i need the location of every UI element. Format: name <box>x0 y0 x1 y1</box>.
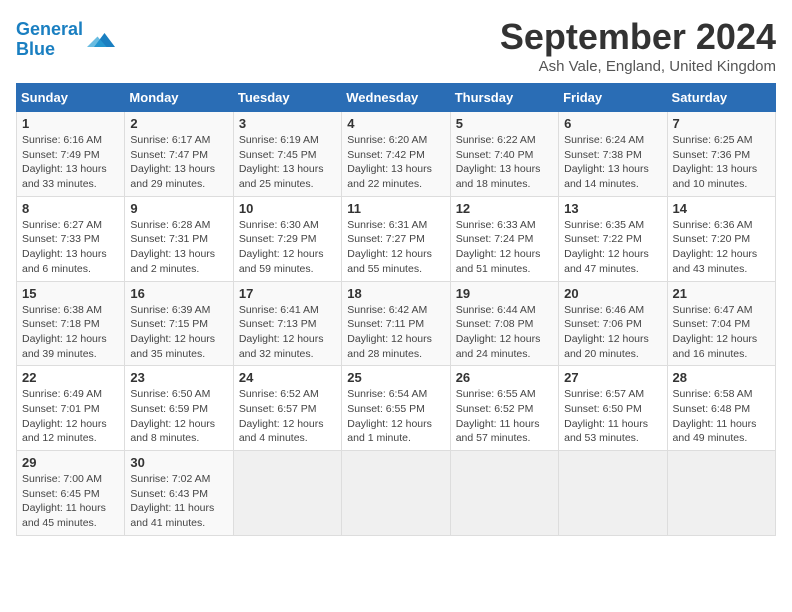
calendar-week-3: 15Sunrise: 6:38 AMSunset: 7:18 PMDayligh… <box>17 281 776 366</box>
calendar-table: Sunday Monday Tuesday Wednesday Thursday… <box>16 83 776 536</box>
calendar-cell-14: 14Sunrise: 6:36 AMSunset: 7:20 PMDayligh… <box>667 196 775 281</box>
header-monday: Monday <box>125 84 233 112</box>
calendar-cell-empty-w4d2 <box>233 451 341 536</box>
calendar-cell-6: 6Sunrise: 6:24 AMSunset: 7:38 PMDaylight… <box>559 112 667 197</box>
month-title: September 2024 <box>500 16 776 58</box>
calendar-cell-1: 1Sunrise: 6:16 AMSunset: 7:49 PMDaylight… <box>17 112 125 197</box>
calendar-cell-25: 25Sunrise: 6:54 AMSunset: 6:55 PMDayligh… <box>342 366 450 451</box>
calendar-cell-3: 3Sunrise: 6:19 AMSunset: 7:45 PMDaylight… <box>233 112 341 197</box>
calendar-cell-empty-w4d3 <box>342 451 450 536</box>
calendar-cell-30: 30Sunrise: 7:02 AMSunset: 6:43 PMDayligh… <box>125 451 233 536</box>
title-block: September 2024 Ash Vale, England, United… <box>500 16 776 75</box>
header-sunday: Sunday <box>17 84 125 112</box>
logo-text: GeneralBlue <box>16 20 83 60</box>
calendar-cell-16: 16Sunrise: 6:39 AMSunset: 7:15 PMDayligh… <box>125 281 233 366</box>
calendar-cell-empty-w4d4 <box>450 451 558 536</box>
calendar-week-1: 1Sunrise: 6:16 AMSunset: 7:49 PMDaylight… <box>17 112 776 197</box>
calendar-cell-empty-w4d6 <box>667 451 775 536</box>
header-friday: Friday <box>559 84 667 112</box>
calendar-cell-23: 23Sunrise: 6:50 AMSunset: 6:59 PMDayligh… <box>125 366 233 451</box>
calendar-cell-28: 28Sunrise: 6:58 AMSunset: 6:48 PMDayligh… <box>667 366 775 451</box>
calendar-cell-22: 22Sunrise: 6:49 AMSunset: 7:01 PMDayligh… <box>17 366 125 451</box>
calendar-cell-20: 20Sunrise: 6:46 AMSunset: 7:06 PMDayligh… <box>559 281 667 366</box>
calendar-cell-10: 10Sunrise: 6:30 AMSunset: 7:29 PMDayligh… <box>233 196 341 281</box>
calendar-cell-24: 24Sunrise: 6:52 AMSunset: 6:57 PMDayligh… <box>233 366 341 451</box>
calendar-cell-17: 17Sunrise: 6:41 AMSunset: 7:13 PMDayligh… <box>233 281 341 366</box>
header-thursday: Thursday <box>450 84 558 112</box>
location: Ash Vale, England, United Kingdom <box>500 58 776 75</box>
header-saturday: Saturday <box>667 84 775 112</box>
days-header-row: Sunday Monday Tuesday Wednesday Thursday… <box>17 84 776 112</box>
calendar-cell-8: 8Sunrise: 6:27 AMSunset: 7:33 PMDaylight… <box>17 196 125 281</box>
logo: GeneralBlue <box>16 20 115 60</box>
calendar-cell-12: 12Sunrise: 6:33 AMSunset: 7:24 PMDayligh… <box>450 196 558 281</box>
header-wednesday: Wednesday <box>342 84 450 112</box>
calendar-cell-26: 26Sunrise: 6:55 AMSunset: 6:52 PMDayligh… <box>450 366 558 451</box>
calendar-cell-13: 13Sunrise: 6:35 AMSunset: 7:22 PMDayligh… <box>559 196 667 281</box>
calendar-cell-15: 15Sunrise: 6:38 AMSunset: 7:18 PMDayligh… <box>17 281 125 366</box>
calendar-cell-27: 27Sunrise: 6:57 AMSunset: 6:50 PMDayligh… <box>559 366 667 451</box>
calendar-cell-9: 9Sunrise: 6:28 AMSunset: 7:31 PMDaylight… <box>125 196 233 281</box>
calendar-week-4: 22Sunrise: 6:49 AMSunset: 7:01 PMDayligh… <box>17 366 776 451</box>
logo-icon <box>87 26 115 54</box>
calendar-cell-5: 5Sunrise: 6:22 AMSunset: 7:40 PMDaylight… <box>450 112 558 197</box>
calendar-cell-4: 4Sunrise: 6:20 AMSunset: 7:42 PMDaylight… <box>342 112 450 197</box>
calendar-cell-2: 2Sunrise: 6:17 AMSunset: 7:47 PMDaylight… <box>125 112 233 197</box>
calendar-cell-19: 19Sunrise: 6:44 AMSunset: 7:08 PMDayligh… <box>450 281 558 366</box>
calendar-cell-7: 7Sunrise: 6:25 AMSunset: 7:36 PMDaylight… <box>667 112 775 197</box>
calendar-cell-29: 29Sunrise: 7:00 AMSunset: 6:45 PMDayligh… <box>17 451 125 536</box>
calendar-week-2: 8Sunrise: 6:27 AMSunset: 7:33 PMDaylight… <box>17 196 776 281</box>
header-tuesday: Tuesday <box>233 84 341 112</box>
calendar-week-5: 29Sunrise: 7:00 AMSunset: 6:45 PMDayligh… <box>17 451 776 536</box>
calendar-cell-18: 18Sunrise: 6:42 AMSunset: 7:11 PMDayligh… <box>342 281 450 366</box>
page-header: GeneralBlue September 2024 Ash Vale, Eng… <box>16 16 776 75</box>
calendar-cell-11: 11Sunrise: 6:31 AMSunset: 7:27 PMDayligh… <box>342 196 450 281</box>
calendar-cell-21: 21Sunrise: 6:47 AMSunset: 7:04 PMDayligh… <box>667 281 775 366</box>
calendar-cell-empty-w4d5 <box>559 451 667 536</box>
